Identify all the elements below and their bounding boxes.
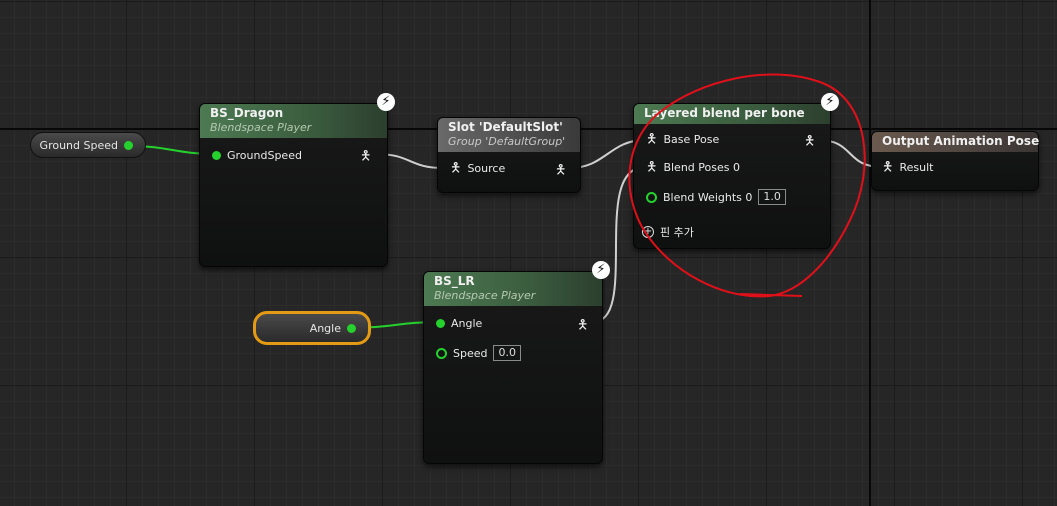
- lightning-icon: ⚡: [377, 93, 395, 111]
- float-pin-icon: [646, 191, 657, 203]
- source-input-pin[interactable]: 🯅 Source: [450, 160, 506, 176]
- pose-output-icon[interactable]: 🯅: [804, 132, 815, 154]
- angle-variable-node[interactable]: Angle: [253, 311, 371, 345]
- slot-subtitle: Group 'DefaultGroup': [448, 135, 566, 148]
- blend-poses-input-pin[interactable]: 🯅 Blend Poses 0: [646, 159, 740, 175]
- pose-output-icon[interactable]: 🯅: [555, 161, 566, 183]
- output-pose-node[interactable]: Output Animation Pose 🯅 Result: [871, 131, 1039, 191]
- add-pin-button[interactable]: + 핀 추가: [642, 224, 694, 240]
- angle-label: Angle: [309, 321, 341, 335]
- bs-lr-node[interactable]: BS_LR Blendspace Player Angle 🯅 Speed 0.…: [423, 271, 603, 464]
- blend-weights-label: Blend Weights 0: [663, 190, 753, 204]
- bs-dragon-node[interactable]: BS_Dragon Blendspace Player GroundSpeed …: [199, 103, 388, 267]
- add-pin-label: 핀 추가: [660, 226, 694, 239]
- layered-blend-title: Layered blend per bone: [644, 106, 805, 120]
- layered-blend-node[interactable]: Layered blend per bone 🯅 Base Pose 🯅 🯅 B…: [633, 103, 831, 249]
- speed-pin-label: Speed: [453, 346, 488, 360]
- pose-man-icon: 🯅: [450, 160, 462, 176]
- base-pose-input-pin[interactable]: 🯅 Base Pose: [646, 131, 720, 147]
- angle-pin-label: Angle: [451, 317, 483, 330]
- pose-man-icon: 🯅: [882, 159, 894, 175]
- bs-lr-subtitle: Blendspace Player: [434, 289, 536, 302]
- angle-input-pin[interactable]: Angle: [436, 317, 482, 330]
- bs-dragon-subtitle: Blendspace Player: [210, 121, 312, 134]
- float-pin-icon: [436, 347, 447, 359]
- ground-speed-label: Ground Speed: [39, 138, 118, 152]
- result-input-pin[interactable]: 🯅 Result: [882, 159, 934, 175]
- blend-weights-input-pin[interactable]: Blend Weights 0 1.0: [646, 189, 786, 205]
- pose-output-icon[interactable]: 🯅: [577, 316, 588, 338]
- lightning-icon: ⚡: [821, 93, 839, 111]
- speed-value-field[interactable]: 0.0: [493, 345, 521, 361]
- pose-man-icon: 🯅: [646, 159, 658, 175]
- output-pose-title: Output Animation Pose: [882, 134, 1040, 148]
- float-pin-icon: [212, 151, 221, 160]
- slot-node[interactable]: Slot 'DefaultSlot' Group 'DefaultGroup' …: [437, 117, 581, 193]
- pose-output-icon[interactable]: 🯅: [360, 147, 371, 169]
- bs-lr-title: BS_LR: [434, 274, 475, 288]
- source-pin-label: Source: [467, 162, 506, 175]
- blend-poses-label: Blend Poses 0: [663, 161, 740, 174]
- ground-speed-output-pin[interactable]: [124, 140, 133, 150]
- add-icon: +: [642, 226, 654, 238]
- speed-input-pin[interactable]: Speed 0.0: [436, 345, 521, 361]
- float-pin-icon: [436, 319, 445, 328]
- pose-man-icon: 🯅: [646, 131, 658, 147]
- groundspeed-input-pin[interactable]: GroundSpeed: [212, 149, 302, 162]
- angle-output-pin[interactable]: [347, 323, 356, 333]
- groundspeed-pin-label: GroundSpeed: [227, 149, 302, 162]
- result-pin-label: Result: [899, 161, 934, 174]
- blend-weights-value-field[interactable]: 1.0: [758, 189, 786, 205]
- bs-dragon-title: BS_Dragon: [210, 106, 284, 120]
- ground-speed-variable-node[interactable]: Ground Speed: [30, 132, 146, 158]
- base-pose-label: Base Pose: [663, 133, 720, 146]
- lightning-icon: ⚡: [592, 261, 610, 279]
- slot-title: Slot 'DefaultSlot': [448, 120, 563, 134]
